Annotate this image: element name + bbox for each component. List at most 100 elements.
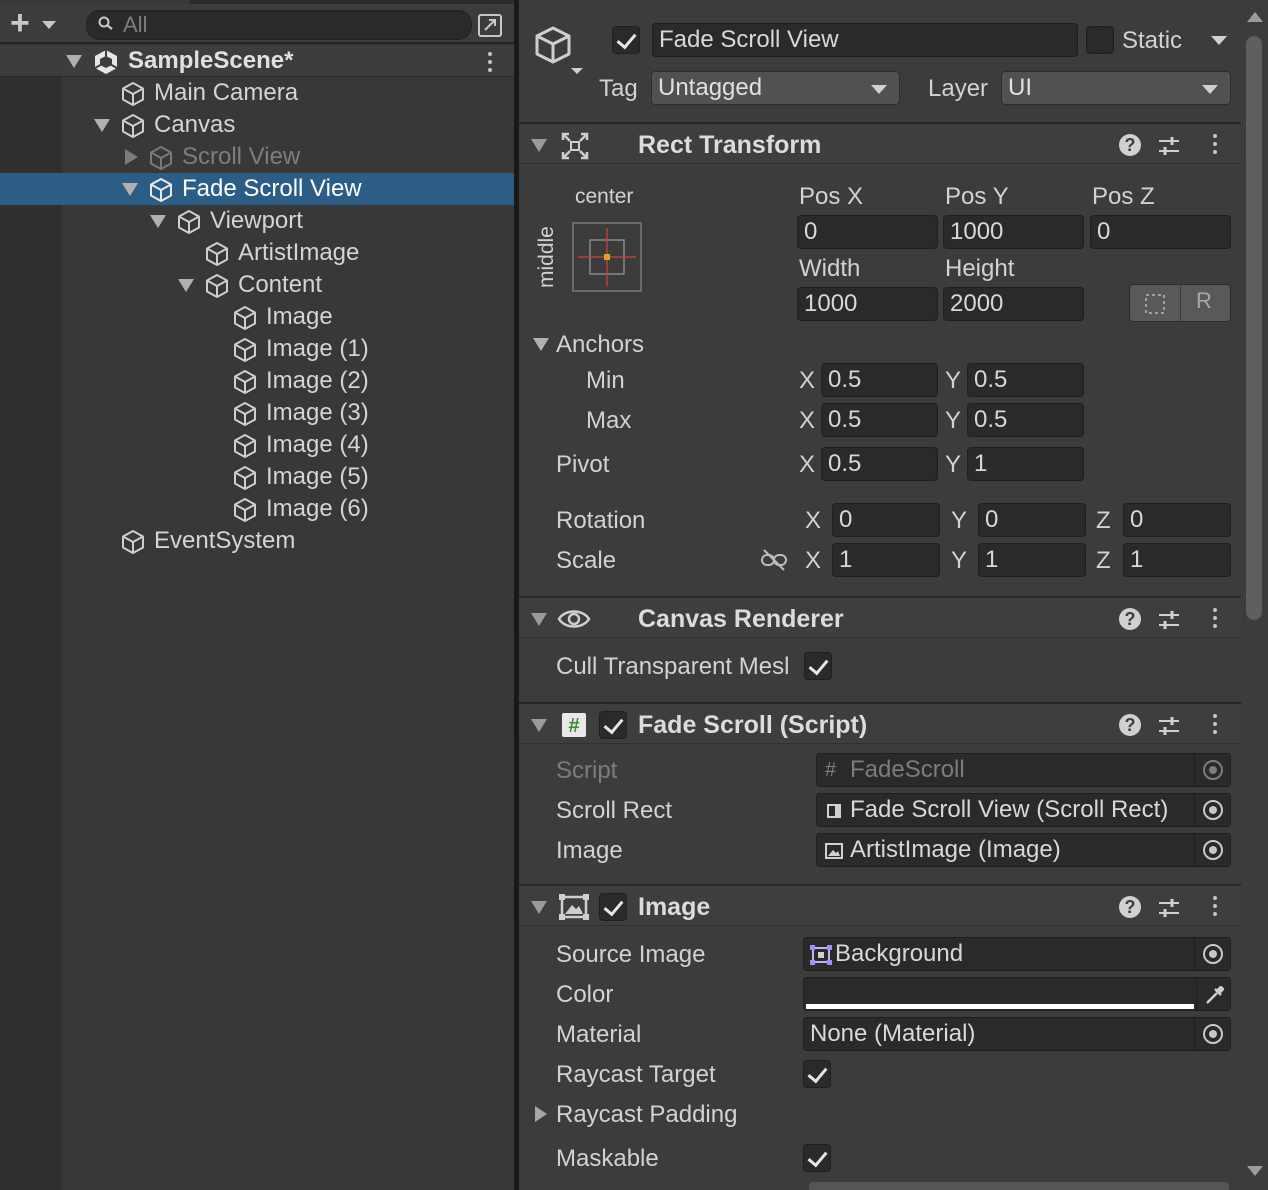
component-enabled-checkbox[interactable] bbox=[599, 711, 627, 739]
material-field[interactable]: None (Material) bbox=[803, 1017, 1231, 1051]
component-menu-icon[interactable] bbox=[1212, 896, 1218, 918]
help-icon[interactable]: ? bbox=[1119, 896, 1141, 918]
scroll-down-icon[interactable] bbox=[1247, 1166, 1263, 1176]
layer-dropdown[interactable]: UI bbox=[1001, 71, 1231, 105]
fade-scroll-header[interactable]: # Fade Scroll (Script) ? bbox=[519, 702, 1241, 744]
constrain-proportions-icon[interactable] bbox=[760, 548, 788, 572]
hierarchy-item-artistimage[interactable]: ArtistImage bbox=[0, 237, 514, 269]
raw-edit-button[interactable]: R bbox=[1196, 288, 1212, 314]
fold-arrow-icon[interactable] bbox=[150, 215, 166, 228]
object-picker-icon[interactable] bbox=[1194, 794, 1230, 826]
anchors-fold-icon[interactable] bbox=[533, 338, 549, 351]
hierarchy-item-image-6[interactable]: Image (6) bbox=[0, 493, 514, 525]
hierarchy-item-viewport[interactable]: Viewport bbox=[0, 205, 514, 237]
color-field[interactable] bbox=[803, 977, 1231, 1011]
static-dropdown-icon[interactable] bbox=[1211, 36, 1227, 45]
object-picker-icon[interactable] bbox=[1194, 1018, 1230, 1050]
expand-arrow-icon[interactable] bbox=[535, 1106, 547, 1122]
maskable-checkbox[interactable] bbox=[803, 1144, 831, 1172]
height-label: Height bbox=[945, 255, 1015, 282]
width-field[interactable]: 1000 bbox=[797, 287, 938, 321]
hierarchy-item-image[interactable]: Image bbox=[0, 301, 514, 333]
hierarchy-item-image-1[interactable]: Image (1) bbox=[0, 333, 514, 365]
fold-arrow-icon[interactable] bbox=[531, 719, 547, 732]
hierarchy-item-scroll-view[interactable]: Scroll View bbox=[0, 141, 514, 173]
help-icon[interactable]: ? bbox=[1119, 608, 1141, 630]
hierarchy-item-image-4[interactable]: Image (4) bbox=[0, 429, 514, 461]
gameobject-icon[interactable] bbox=[531, 22, 591, 78]
scale-y-field[interactable]: 1 bbox=[978, 543, 1086, 577]
inspector-panel: Fade Scroll View Static Tag Untagged Lay… bbox=[519, 0, 1268, 1190]
anchor-max-y-field[interactable]: 0.5 bbox=[967, 403, 1084, 437]
scene-search-icon[interactable] bbox=[476, 12, 506, 40]
presets-icon[interactable] bbox=[1157, 896, 1181, 920]
axis-y-label: Y bbox=[951, 507, 968, 534]
pivot-y-field[interactable]: 1 bbox=[967, 447, 1084, 481]
hierarchy-item-content[interactable]: Content bbox=[0, 269, 514, 301]
image-component-header[interactable]: Image ? bbox=[519, 884, 1241, 926]
component-menu-icon[interactable] bbox=[1212, 134, 1218, 156]
rect-transform-header[interactable]: Rect Transform ? bbox=[519, 122, 1241, 164]
scale-x-field[interactable]: 1 bbox=[832, 543, 940, 577]
rotation-x-field[interactable]: 0 bbox=[832, 503, 940, 537]
scene-row[interactable]: SampleScene* bbox=[0, 45, 514, 77]
fold-arrow-icon[interactable] bbox=[531, 139, 547, 152]
fold-arrow-icon[interactable] bbox=[122, 183, 138, 196]
object-picker-icon[interactable] bbox=[1194, 834, 1230, 866]
fold-arrow-icon[interactable] bbox=[178, 279, 194, 292]
search-input[interactable] bbox=[123, 12, 453, 38]
help-icon[interactable]: ? bbox=[1119, 714, 1141, 736]
component-menu-icon[interactable] bbox=[1212, 608, 1218, 630]
anchor-presets-button[interactable] bbox=[572, 222, 642, 292]
scroll-rect-field[interactable]: Fade Scroll View (Scroll Rect) bbox=[816, 793, 1231, 827]
fold-arrow-icon[interactable] bbox=[531, 613, 547, 626]
rotation-z-field[interactable]: 0 bbox=[1123, 503, 1231, 537]
image-reference-field[interactable]: ArtistImage (Image) bbox=[816, 833, 1231, 867]
presets-icon[interactable] bbox=[1157, 608, 1181, 632]
help-icon[interactable]: ? bbox=[1119, 134, 1141, 156]
scene-menu-icon[interactable] bbox=[487, 52, 493, 74]
raycast-target-checkbox[interactable] bbox=[803, 1060, 831, 1088]
source-image-field[interactable]: Background bbox=[803, 937, 1231, 971]
pivot-x-field[interactable]: 0.5 bbox=[821, 447, 938, 481]
cull-transparent-mesh-checkbox[interactable] bbox=[804, 652, 832, 680]
pos-z-field[interactable]: 0 bbox=[1090, 215, 1231, 249]
presets-icon[interactable] bbox=[1157, 134, 1181, 158]
anchor-max-x-field[interactable]: 0.5 bbox=[821, 403, 938, 437]
hierarchy-item-canvas[interactable]: Canvas bbox=[0, 109, 514, 141]
object-picker-icon[interactable] bbox=[1194, 938, 1230, 970]
anchor-min-y-field[interactable]: 0.5 bbox=[967, 363, 1084, 397]
hierarchy-item-fade-scroll-view[interactable]: Fade Scroll View bbox=[0, 173, 514, 205]
fold-arrow-icon[interactable] bbox=[66, 55, 82, 68]
active-checkbox[interactable] bbox=[612, 26, 640, 54]
presets-icon[interactable] bbox=[1157, 714, 1181, 738]
tag-dropdown[interactable]: Untagged bbox=[651, 71, 900, 105]
hierarchy-item-main-camera[interactable]: Main Camera bbox=[0, 77, 514, 109]
hierarchy-item-eventsystem[interactable]: EventSystem bbox=[0, 525, 514, 557]
inspector-scrollbar[interactable] bbox=[1241, 0, 1268, 1190]
static-checkbox[interactable] bbox=[1086, 26, 1114, 54]
tag-label: Tag bbox=[599, 75, 638, 102]
scale-z-field[interactable]: 1 bbox=[1123, 543, 1231, 577]
hierarchy-item-image-3[interactable]: Image (3) bbox=[0, 397, 514, 429]
pos-x-field[interactable]: 0 bbox=[797, 215, 938, 249]
rotation-y-field[interactable]: 0 bbox=[978, 503, 1086, 537]
add-object-button[interactable]: + bbox=[8, 6, 64, 40]
canvas-renderer-header[interactable]: Canvas Renderer ? bbox=[519, 596, 1241, 638]
component-enabled-checkbox[interactable] bbox=[599, 893, 627, 921]
hierarchy-item-image-5[interactable]: Image (5) bbox=[0, 461, 514, 493]
expand-arrow-icon[interactable] bbox=[125, 149, 138, 165]
eyedropper-icon[interactable] bbox=[1204, 984, 1226, 1006]
object-name-field[interactable]: Fade Scroll View bbox=[652, 23, 1078, 57]
component-menu-icon[interactable] bbox=[1212, 714, 1218, 736]
anchor-min-x-field[interactable]: 0.5 bbox=[821, 363, 938, 397]
scroll-up-icon[interactable] bbox=[1247, 12, 1263, 22]
hierarchy-item-image-2[interactable]: Image (2) bbox=[0, 365, 514, 397]
fold-arrow-icon[interactable] bbox=[94, 119, 110, 132]
hierarchy-search[interactable] bbox=[86, 10, 472, 40]
pos-y-field[interactable]: 1000 bbox=[943, 215, 1084, 249]
blueprint-mode-icon[interactable] bbox=[1144, 293, 1166, 315]
height-field[interactable]: 2000 bbox=[943, 287, 1084, 321]
fold-arrow-icon[interactable] bbox=[531, 901, 547, 914]
scrollbar-thumb[interactable] bbox=[1246, 36, 1262, 620]
